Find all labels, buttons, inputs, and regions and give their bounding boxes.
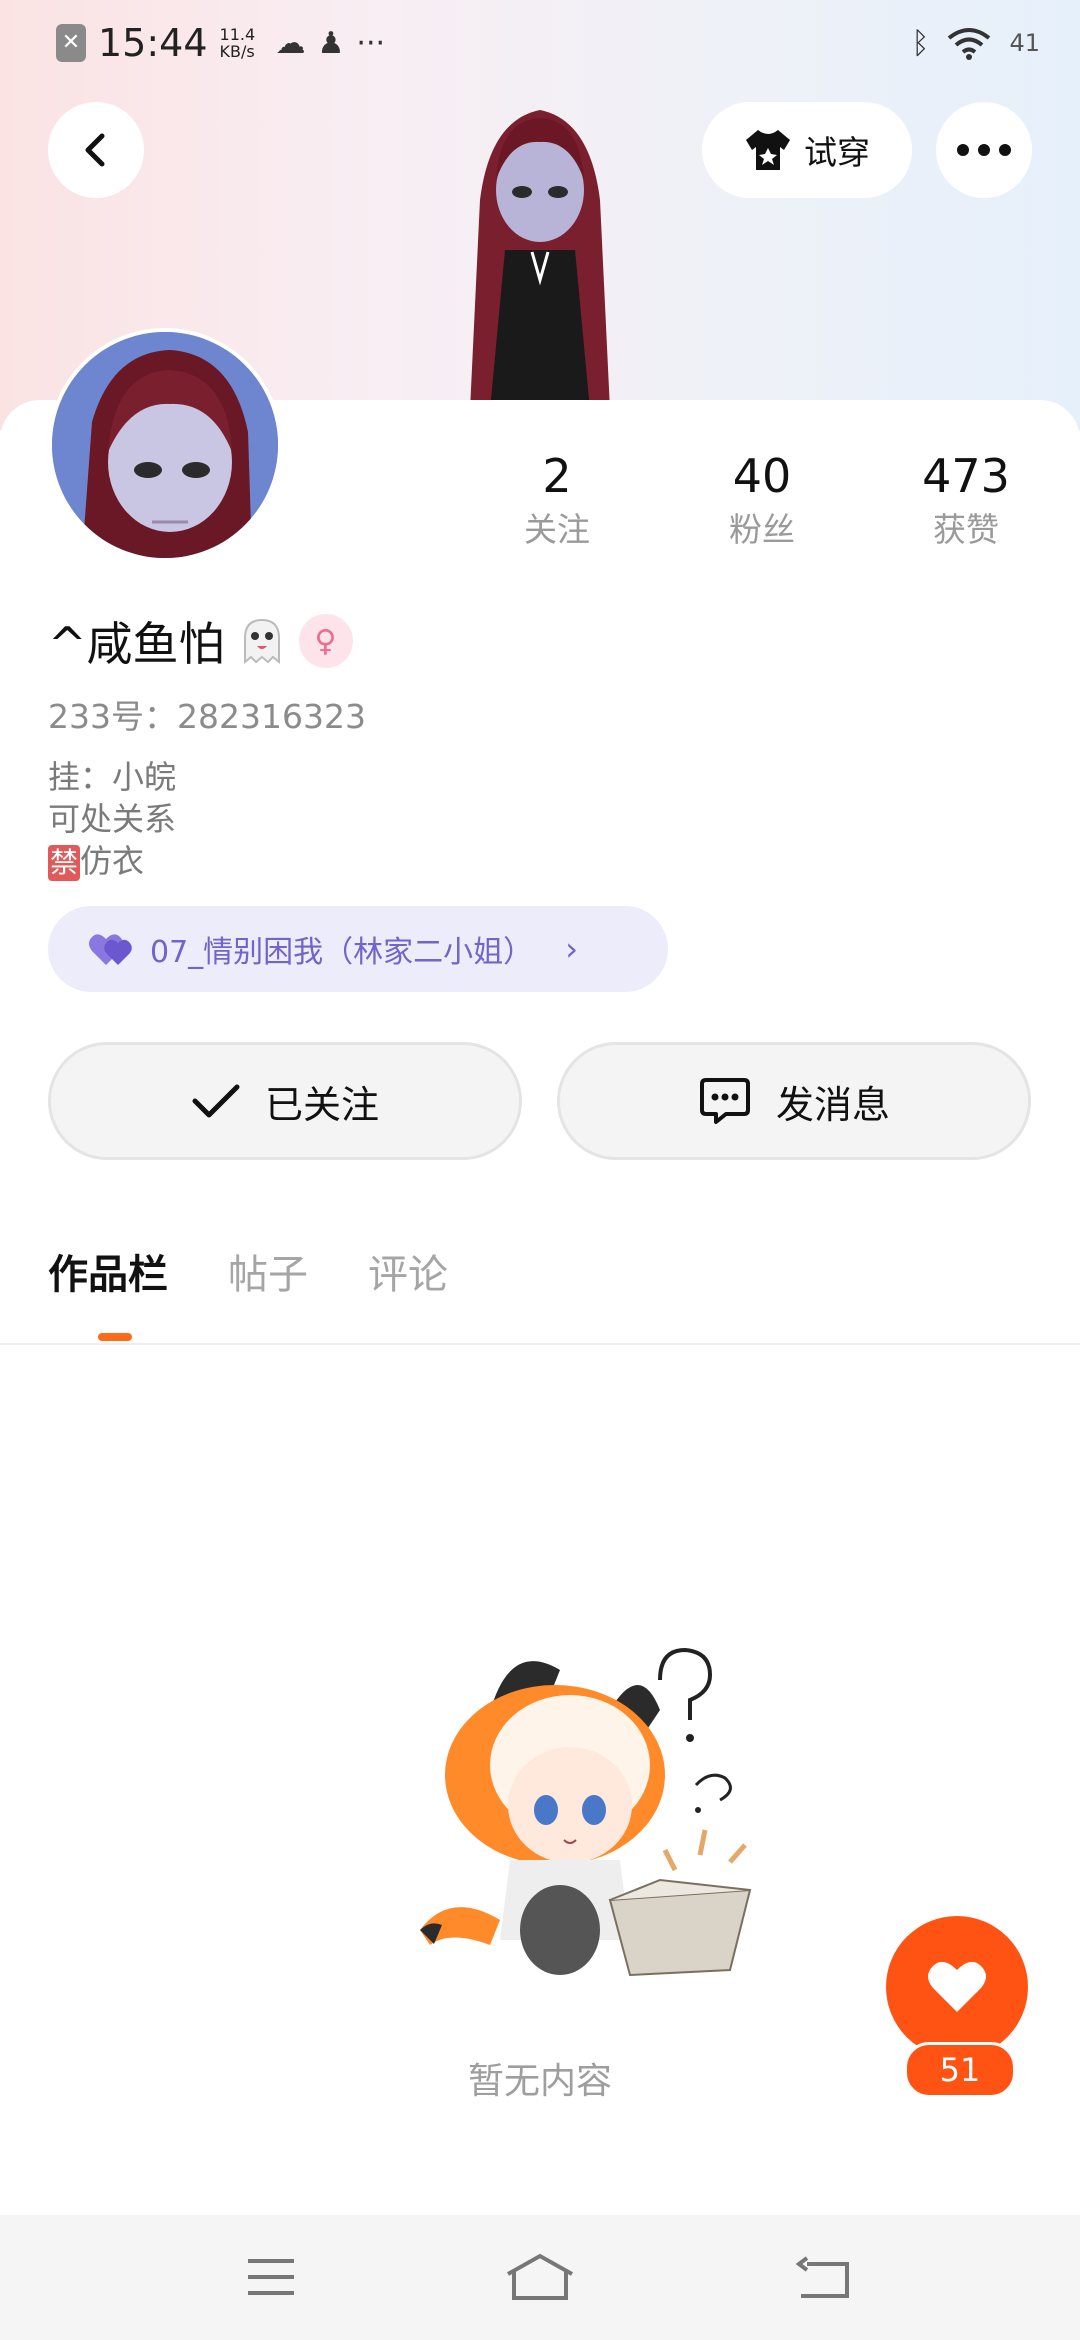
chevron-left-icon [85, 133, 105, 167]
cloud-icon: ☁ [275, 25, 306, 61]
bio: 挂：小皖 可处关系 禁仿衣 [48, 756, 176, 882]
avatar[interactable] [48, 328, 282, 562]
name-row: ^咸鱼怕 ♀ [48, 608, 353, 674]
more-notifications: ··· [356, 25, 386, 61]
heart-icon [928, 1961, 986, 2012]
divider [0, 1343, 1080, 1345]
qq-penguin-icon: ♟ [317, 25, 345, 61]
more-options-button[interactable] [936, 102, 1032, 198]
bio-line: 可处关系 [48, 800, 177, 838]
tab-comments[interactable]: 评论 [368, 1245, 448, 1315]
home-nav-button[interactable] [500, 2245, 580, 2309]
avatar-3d-figure [470, 110, 610, 410]
ban-tag: 禁 [48, 845, 81, 881]
bluetooth-icon: ᛒ [911, 25, 930, 61]
status-time: 15:44 [98, 21, 208, 65]
send-message-label: 发消息 [775, 1082, 890, 1127]
user-id[interactable]: 233号：282316323 [48, 690, 366, 738]
active-tab-indicator [98, 1333, 132, 1341]
check-icon [192, 1084, 240, 1118]
couple-music-pill[interactable]: 07_情别困我（林家二小姐） › [48, 906, 668, 992]
user-name: ^咸鱼怕 [48, 617, 225, 671]
likes-label: 获赞 [933, 510, 999, 549]
try-on-button[interactable]: 试穿 [702, 102, 912, 198]
more-dots-icon [957, 144, 1011, 156]
notification-close-icon: ✕ [56, 24, 86, 62]
following-count: 2 [542, 449, 572, 503]
avatar-image [52, 332, 278, 558]
menu-nav-button[interactable] [231, 2245, 311, 2309]
back-nav-button[interactable] [783, 2245, 863, 2309]
followers-label: 粉丝 [729, 510, 795, 549]
following-label: 关注 [524, 510, 590, 549]
likes-count: 473 [922, 449, 1010, 503]
double-heart-icon [89, 934, 132, 965]
return-icon [795, 2256, 849, 2298]
followed-button[interactable]: 已关注 [48, 1042, 522, 1160]
music-title: 07_情别困我（林家二小姐） [150, 935, 534, 970]
chevron-right-icon: › [565, 930, 578, 968]
tab-works[interactable]: 作品栏 [48, 1245, 168, 1315]
network-speed: 11.4 KB/s [220, 26, 264, 60]
stat-following[interactable]: 2 关注 [467, 448, 647, 552]
system-nav-bar [0, 2215, 1080, 2340]
ghost-emoji-icon [243, 618, 280, 665]
like-button[interactable] [886, 1916, 1028, 2058]
bio-line: 挂：小皖 [48, 758, 177, 796]
female-gender-icon: ♀ [298, 614, 353, 668]
stat-followers[interactable]: 40 粉丝 [672, 448, 852, 552]
try-on-label: 试穿 [804, 133, 870, 172]
wifi-icon [947, 26, 991, 60]
network-speed-unit: KB/s [219, 42, 255, 61]
tshirt-icon [746, 130, 790, 170]
like-count-badge: 51 [904, 2042, 1016, 2098]
status-bar: ✕ 15:44 11.4 KB/s ☁ ♟ ··· ᛒ 41 [0, 0, 1080, 84]
bio-line: 禁仿衣 [48, 840, 176, 882]
bio-line-text: 仿衣 [80, 842, 145, 880]
empty-state-illustration [420, 1647, 752, 1977]
send-message-button[interactable]: 发消息 [557, 1042, 1031, 1160]
battery-level: 41 [1009, 29, 1040, 57]
home-icon [507, 2253, 573, 2300]
tab-posts[interactable]: 帖子 [228, 1245, 308, 1315]
followers-count: 40 [732, 449, 792, 503]
network-speed-value: 11.4 [219, 25, 256, 44]
followed-label: 已关注 [264, 1082, 379, 1127]
stat-likes[interactable]: 473 获赞 [876, 448, 1056, 552]
back-button[interactable] [48, 102, 144, 198]
chat-bubble-icon [699, 1078, 750, 1124]
menu-icon [248, 2259, 294, 2295]
content-tabs: 作品栏 帖子 评论 [48, 1245, 448, 1315]
